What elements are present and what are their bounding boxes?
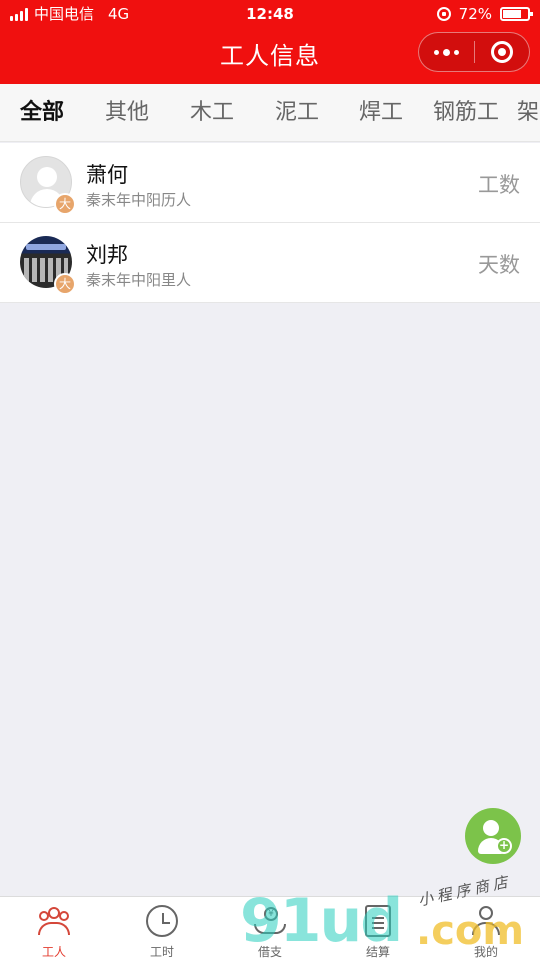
- category-tabs: 全部 其他 木工 泥工 焊工 钢筋工 架: [0, 84, 540, 142]
- level-badge: 大: [54, 193, 76, 215]
- tabbar-label: 工时: [149, 945, 174, 959]
- tab-scaffolder[interactable]: 架: [517, 84, 539, 141]
- default-avatar-head: [37, 167, 57, 187]
- tab-welder[interactable]: 焊工: [359, 84, 403, 141]
- worker-list: 大 萧何 秦末年中阳历人 工数 大 刘邦 秦末年中阳里人 天数: [0, 143, 540, 303]
- tab-carpenter[interactable]: 木工: [190, 84, 234, 141]
- tabbar-item-me[interactable]: 我的: [432, 897, 540, 960]
- worker-name: 萧何: [86, 163, 128, 187]
- tab-all[interactable]: 全部: [20, 84, 64, 141]
- worker-row[interactable]: 大 萧何 秦末年中阳历人 工数: [0, 143, 540, 223]
- battery-icon: [500, 7, 533, 21]
- close-target-icon: [490, 41, 513, 63]
- tab-other[interactable]: 其他: [105, 84, 149, 141]
- worker-row[interactable]: 大 刘邦 秦末年中阳里人 天数: [0, 223, 540, 303]
- worker-description: 秦末年中阳里人: [86, 271, 192, 289]
- tab-rebar-worker[interactable]: 钢筋工: [433, 84, 499, 141]
- more-button[interactable]: [419, 33, 474, 71]
- clock-icon: [146, 905, 178, 937]
- tabbar-item-hours[interactable]: 工时: [108, 897, 216, 960]
- close-miniprogram-button[interactable]: [475, 33, 530, 71]
- bottom-tab-bar: 工人 工时 ¥ 借支 结算 我的: [0, 896, 540, 960]
- photo-screen-strip: [26, 244, 66, 250]
- worker-metric[interactable]: 工数: [478, 169, 520, 199]
- miniprogram-capsule: [418, 32, 530, 72]
- worker-name: 刘邦: [86, 243, 128, 267]
- plus-icon: +: [496, 838, 512, 854]
- loan-icon: ¥: [252, 905, 288, 937]
- status-bar: 中国电信 4G 12:48 72%: [0, 0, 540, 28]
- level-badge: 大: [54, 273, 76, 295]
- worker-metric[interactable]: 天数: [478, 249, 520, 279]
- add-worker-button[interactable]: +: [465, 808, 521, 864]
- tabbar-label: 我的: [473, 945, 498, 959]
- status-right: 72%: [436, 0, 533, 28]
- top-bar: 中国电信 4G 12:48 72% 工人信息: [0, 0, 540, 84]
- tabbar-label: 工人: [41, 945, 66, 959]
- settlement-icon: [365, 905, 391, 937]
- profile-icon: [468, 905, 504, 937]
- tabbar-item-loan[interactable]: ¥ 借支: [216, 897, 324, 960]
- workers-icon: [36, 905, 72, 937]
- rotation-lock-icon: [436, 7, 451, 21]
- worker-description: 秦末年中阳历人: [86, 191, 192, 209]
- tabbar-label: 借支: [257, 945, 282, 959]
- tabbar-item-workers[interactable]: 工人: [0, 897, 108, 960]
- tabbar-label: 结算: [365, 945, 390, 959]
- tab-mason[interactable]: 泥工: [275, 84, 319, 141]
- add-user-icon: [483, 820, 499, 836]
- more-dots-icon: [433, 48, 459, 56]
- battery-percent: 72%: [458, 5, 492, 23]
- tabbar-item-settlement[interactable]: 结算: [324, 897, 432, 960]
